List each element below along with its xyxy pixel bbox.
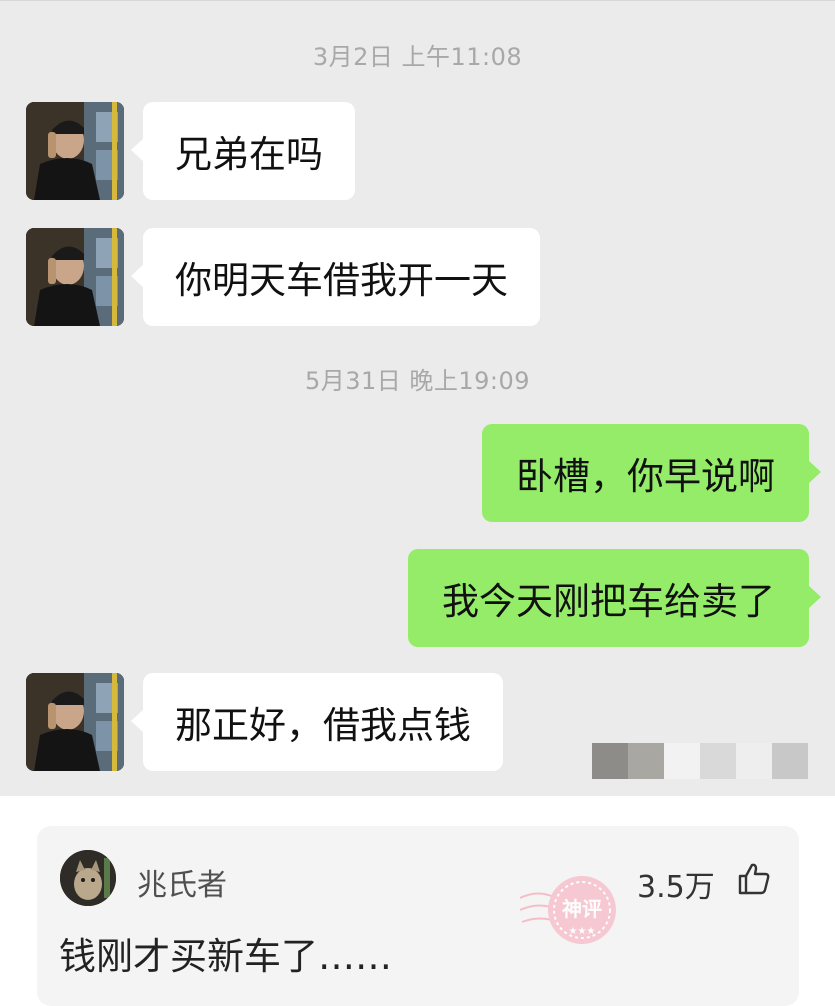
comment-card: 兆氏者 3.5万 钱刚才买新车了…… xyxy=(37,826,799,1006)
message-bubble[interactable]: 你明天车借我开一天 xyxy=(131,228,540,326)
message-text: 那正好，借我点钱 xyxy=(175,704,471,747)
chat-screenshot: 3月2日 上午11:08 兄弟在吗 你明天车借我开一天 5月31日 晚上19:0… xyxy=(0,0,835,796)
friend-avatar[interactable] xyxy=(26,673,124,771)
message-text: 兄弟在吗 xyxy=(175,133,323,176)
message-bubble[interactable]: 那正好，借我点钱 xyxy=(131,673,503,771)
cat-avatar[interactable] xyxy=(60,850,116,906)
timestamp: 5月31日 晚上19:09 xyxy=(304,367,531,395)
message-text: 你明天车借我开一天 xyxy=(175,259,508,302)
timestamp: 3月2日 上午11:08 xyxy=(312,43,523,71)
svg-text:★★★: ★★★ xyxy=(569,926,596,937)
message-text: 卧槽，你早说啊 xyxy=(516,455,775,498)
hot-comment-stamp: 神评 ★★★ xyxy=(520,876,616,944)
friend-avatar[interactable] xyxy=(26,102,124,200)
comment-text: 钱刚才买新车了…… xyxy=(59,935,392,978)
comment-author[interactable]: 兆氏者 xyxy=(137,860,227,904)
thumbs-up-icon[interactable] xyxy=(737,862,771,896)
message-bubble[interactable]: 兄弟在吗 xyxy=(131,102,355,200)
message-bubble[interactable]: 卧槽，你早说啊 xyxy=(482,424,821,522)
message-text: 我今天刚把车给卖了 xyxy=(442,580,775,623)
mosaic-censor xyxy=(592,743,808,779)
like-count: 3.5万 xyxy=(637,870,715,905)
friend-avatar[interactable] xyxy=(26,228,124,326)
stamp-text: 神评 xyxy=(562,897,602,921)
message-bubble[interactable]: 我今天刚把车给卖了 xyxy=(408,549,821,647)
